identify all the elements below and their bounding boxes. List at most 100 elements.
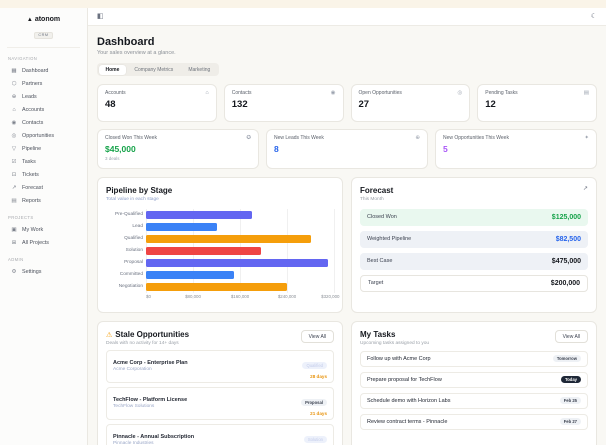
- sidebar-item-reports[interactable]: ▤ Reports: [7, 194, 80, 207]
- warning-icon: ⚠: [106, 331, 113, 339]
- moon-icon[interactable]: ☾: [591, 13, 597, 20]
- sidebar-item-label: Reports: [22, 197, 41, 204]
- sparkles-icon: ✦: [584, 135, 589, 141]
- stat-sub: 3 deals: [105, 156, 120, 161]
- clipboard-icon: ▤: [583, 90, 589, 96]
- trophy-icon: ✪: [246, 135, 251, 141]
- sidebar-item-my-work[interactable]: ▣ My Work: [7, 223, 80, 236]
- sidebar-item-opportunities[interactable]: ◎ Opportunities: [7, 129, 80, 142]
- brand: ▲ atonom CRM: [7, 12, 80, 48]
- sidebar-item-tickets[interactable]: ⊡ Tickets: [7, 168, 80, 181]
- forecast-row-value: $82,500: [555, 235, 581, 243]
- task-title: Follow up with Acme Corp: [367, 355, 431, 362]
- tab-marketing[interactable]: Marketing: [181, 65, 217, 75]
- forecast-row-value: $200,000: [550, 279, 580, 287]
- chart-x-tick: $240,000: [277, 293, 297, 299]
- stale-view-all-button[interactable]: View All: [300, 330, 334, 343]
- sidebar-item-label: Tickets: [22, 171, 39, 178]
- stat-card-pending-tasks: Pending Tasks ▤ 12: [477, 84, 597, 122]
- sidebar-item-label: All Projects: [22, 239, 49, 246]
- stats-row: Accounts ⌂ 48 Contacts ◉ 132 Open Opportunitie…: [97, 84, 597, 122]
- chart-subtitle: Total value in each stage: [106, 196, 159, 202]
- stat-value: $45,000: [105, 144, 136, 154]
- sidebar-item-partners[interactable]: ⬡ Partners: [7, 77, 80, 90]
- forecast-row-label: Best Case: [367, 258, 393, 264]
- forecast-card: Forecast This Month ↗ Closed Won $125,000…: [351, 177, 597, 313]
- chart-bar-qualified: [146, 234, 311, 243]
- opportunity-title: Pinnacle - Annual Subscription: [113, 433, 195, 440]
- task-due-badge: Feb 25: [559, 397, 581, 404]
- panel-toggle-icon[interactable]: ◧: [97, 13, 104, 20]
- sidebar-item-contacts[interactable]: ◉ Contacts: [7, 116, 80, 129]
- user-plus-icon: ⊕: [415, 135, 420, 141]
- stat-label: Open Opportunities: [358, 90, 402, 96]
- opportunity-company: Acme Corporation: [113, 367, 152, 373]
- weekly-stats-row: Closed Won This Week ✪ $45,000 3 deals New L…: [97, 129, 597, 169]
- sidebar-item-dashboard[interactable]: ▦ Dashboard: [7, 64, 80, 77]
- stat-label: Contacts: [231, 90, 252, 96]
- sidebar-item-forecast[interactable]: ↗ Forecast: [7, 181, 80, 194]
- chart-x-tick: $320,000: [321, 293, 340, 299]
- sidebar-item-label: Tasks: [22, 158, 36, 165]
- forecast-row-value: $475,000: [551, 257, 581, 265]
- sidebar-item-leads[interactable]: ⊕ Leads: [7, 90, 80, 103]
- sidebar-item-label: Settings: [22, 268, 42, 275]
- days-inactive: 28 days: [310, 373, 327, 379]
- chart-bar-pre-qualified: [146, 210, 252, 219]
- stat-label: New Leads This Week: [274, 135, 324, 141]
- sidebar-item-label: Partners: [22, 80, 43, 87]
- stale-opportunity-item[interactable]: TechFlow - Platform License TechFlow Solu…: [106, 386, 334, 420]
- chart-category-label: Pre-Qualified: [115, 212, 143, 217]
- sidebar-item-all-projects[interactable]: ⊞ All Projects: [7, 236, 80, 249]
- stage-badge: Proposal: [301, 398, 327, 406]
- tasks-view-all-button[interactable]: View All: [554, 330, 588, 343]
- sidebar-item-tasks[interactable]: ☑ Tasks: [7, 155, 80, 168]
- opportunity-title: TechFlow - Platform License: [113, 396, 188, 403]
- stale-opportunity-item[interactable]: Pinnacle - Annual Subscription Pinnacle I…: [106, 423, 334, 445]
- chart-category-label: Solution: [125, 248, 143, 253]
- task-title: Review contract terms - Pinnacle: [367, 418, 448, 425]
- sidebar: ▲ atonom CRM Navigation ▦ Dashboard ⬡ Partne…: [0, 8, 88, 445]
- reports-icon: ▤: [11, 197, 17, 204]
- tasks-subtitle: Upcoming tasks assigned to you: [360, 340, 430, 346]
- tab-company-metrics[interactable]: Company Metrics: [127, 65, 180, 75]
- sidebar-item-accounts[interactable]: ⌂ Accounts: [7, 103, 80, 116]
- stat-value: 8: [274, 144, 279, 154]
- task-due-badge: Tomorrow: [552, 355, 581, 362]
- tab-home[interactable]: Home: [98, 64, 127, 75]
- page-title: Dashboard: [97, 36, 155, 48]
- stat-card-accounts: Accounts ⌂ 48: [97, 84, 217, 122]
- task-due-badge: Feb 27: [559, 418, 581, 425]
- pipeline-icon: ▽: [11, 145, 17, 152]
- sidebar-section-label: Navigation: [8, 56, 38, 61]
- stat-value: 5: [443, 144, 448, 154]
- stale-opportunity-item[interactable]: Acme Corp - Enterprise Plan Acme Corporat…: [106, 349, 334, 383]
- stat-card-closed-won-this-week: Closed Won This Week ✪ $45,000 3 deals: [97, 129, 259, 169]
- stat-value: 132: [231, 99, 248, 110]
- dashboard-content: Dashboard Your sales overview at a glanc…: [88, 26, 606, 445]
- stage-badge: Solution: [303, 435, 327, 443]
- sidebar-item-label: Forecast: [22, 184, 43, 191]
- task-item[interactable]: Schedule demo with Horizon Labs Feb 25: [360, 392, 588, 409]
- my-tasks-card: My Tasks Upcoming tasks assigned to you …: [351, 321, 597, 445]
- sidebar-item-settings[interactable]: ⚙ Settings: [7, 265, 80, 278]
- chart-bar-row: [146, 233, 334, 245]
- stat-card-new-leads-this-week: New Leads This Week ⊕ 8: [266, 129, 428, 169]
- chart-bar-row: [146, 221, 334, 233]
- stale-subtitle: Deals with no activity for 14+ days: [106, 340, 179, 346]
- forecast-row-value: $125,000: [551, 213, 581, 221]
- forecast-row-label: Weighted Pipeline: [367, 236, 412, 242]
- tasks-icon: ☑: [11, 158, 17, 165]
- sidebar-item-label: Pipeline: [22, 145, 42, 152]
- sidebar-item-pipeline[interactable]: ▽ Pipeline: [7, 142, 80, 155]
- opportunity-company: TechFlow Solutions: [113, 404, 155, 410]
- task-item[interactable]: Follow up with Acme Corp Tomorrow: [360, 350, 588, 367]
- task-title: Schedule demo with Horizon Labs: [367, 397, 451, 404]
- chart-title: Pipeline by Stage: [106, 186, 173, 195]
- stage-badge: Qualified: [302, 361, 327, 369]
- task-item[interactable]: Review contract terms - Pinnacle Feb 27: [360, 413, 588, 430]
- chart-category-label: Lead: [132, 224, 143, 229]
- forecast-icon: ↗: [11, 184, 17, 191]
- chart-bar-row: [146, 269, 334, 281]
- task-item[interactable]: Prepare proposal for TechFlow Today: [360, 371, 588, 388]
